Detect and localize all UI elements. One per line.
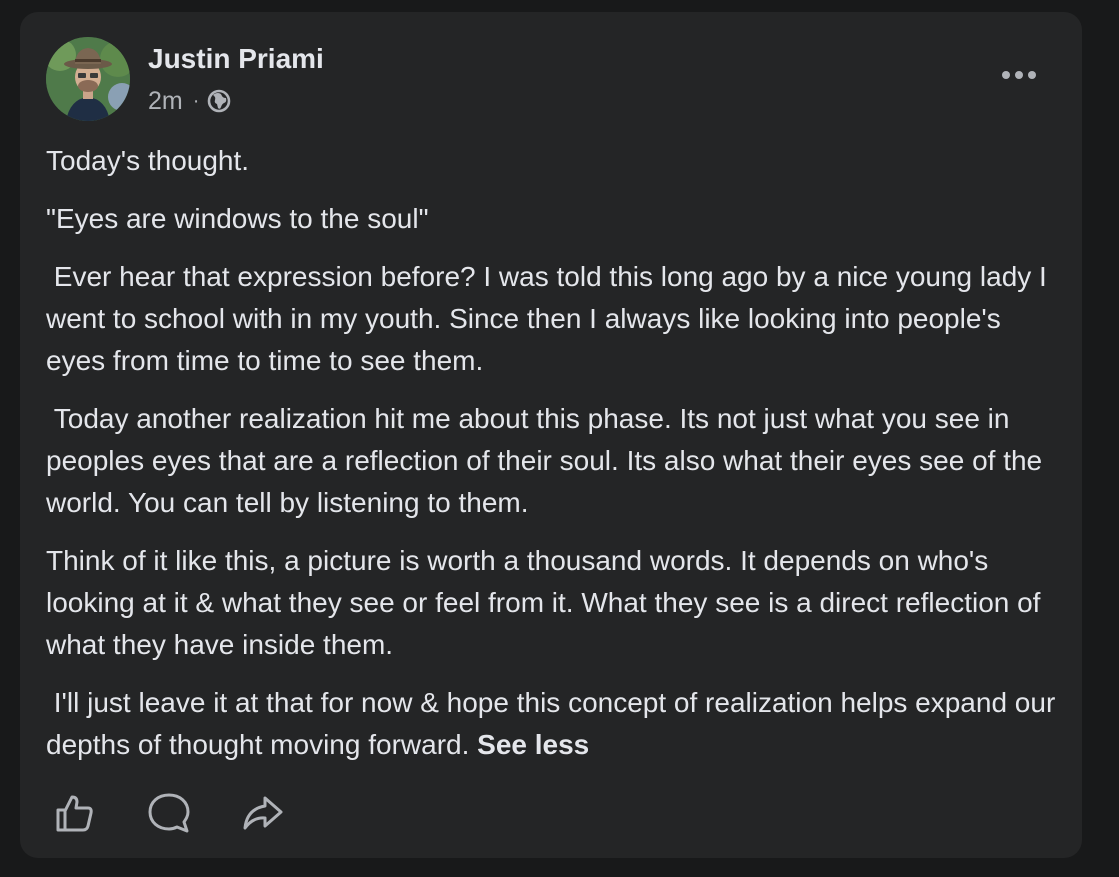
avatar-image <box>46 37 130 121</box>
post-card: Justin Priami 2m · Today's thought. "Eye… <box>20 12 1082 858</box>
author-name[interactable]: Justin Priami <box>148 42 324 76</box>
more-options-button[interactable] <box>992 60 1046 90</box>
post-body: Today's thought. "Eyes are windows to th… <box>46 140 1066 782</box>
share-icon <box>243 796 283 830</box>
like-button[interactable] <box>52 790 98 836</box>
meta-separator: · <box>192 89 200 112</box>
post-paragraph: Think of it like this, a picture is wort… <box>46 545 1049 660</box>
globe-icon[interactable] <box>207 89 231 113</box>
thumbs-up-icon <box>56 795 93 832</box>
comment-icon <box>148 793 190 833</box>
action-bar <box>52 790 334 836</box>
share-button[interactable] <box>240 790 286 836</box>
post-paragraph-last: I'll just leave it at that for now & hop… <box>46 682 1066 766</box>
post-paragraph: Today's thought. <box>46 145 250 176</box>
post-meta: 2m · <box>148 84 231 118</box>
see-less-button[interactable]: See less <box>477 729 589 760</box>
post-paragraph: Ever hear that expression before? I was … <box>46 261 1055 376</box>
post-timestamp[interactable]: 2m <box>148 87 183 116</box>
post-paragraph: Today another realization hit me about t… <box>46 403 1050 518</box>
more-options-icon <box>1002 71 1036 79</box>
post-paragraph: "Eyes are windows to the soul" <box>46 203 429 234</box>
comment-button[interactable] <box>146 790 192 836</box>
avatar[interactable] <box>46 37 130 121</box>
